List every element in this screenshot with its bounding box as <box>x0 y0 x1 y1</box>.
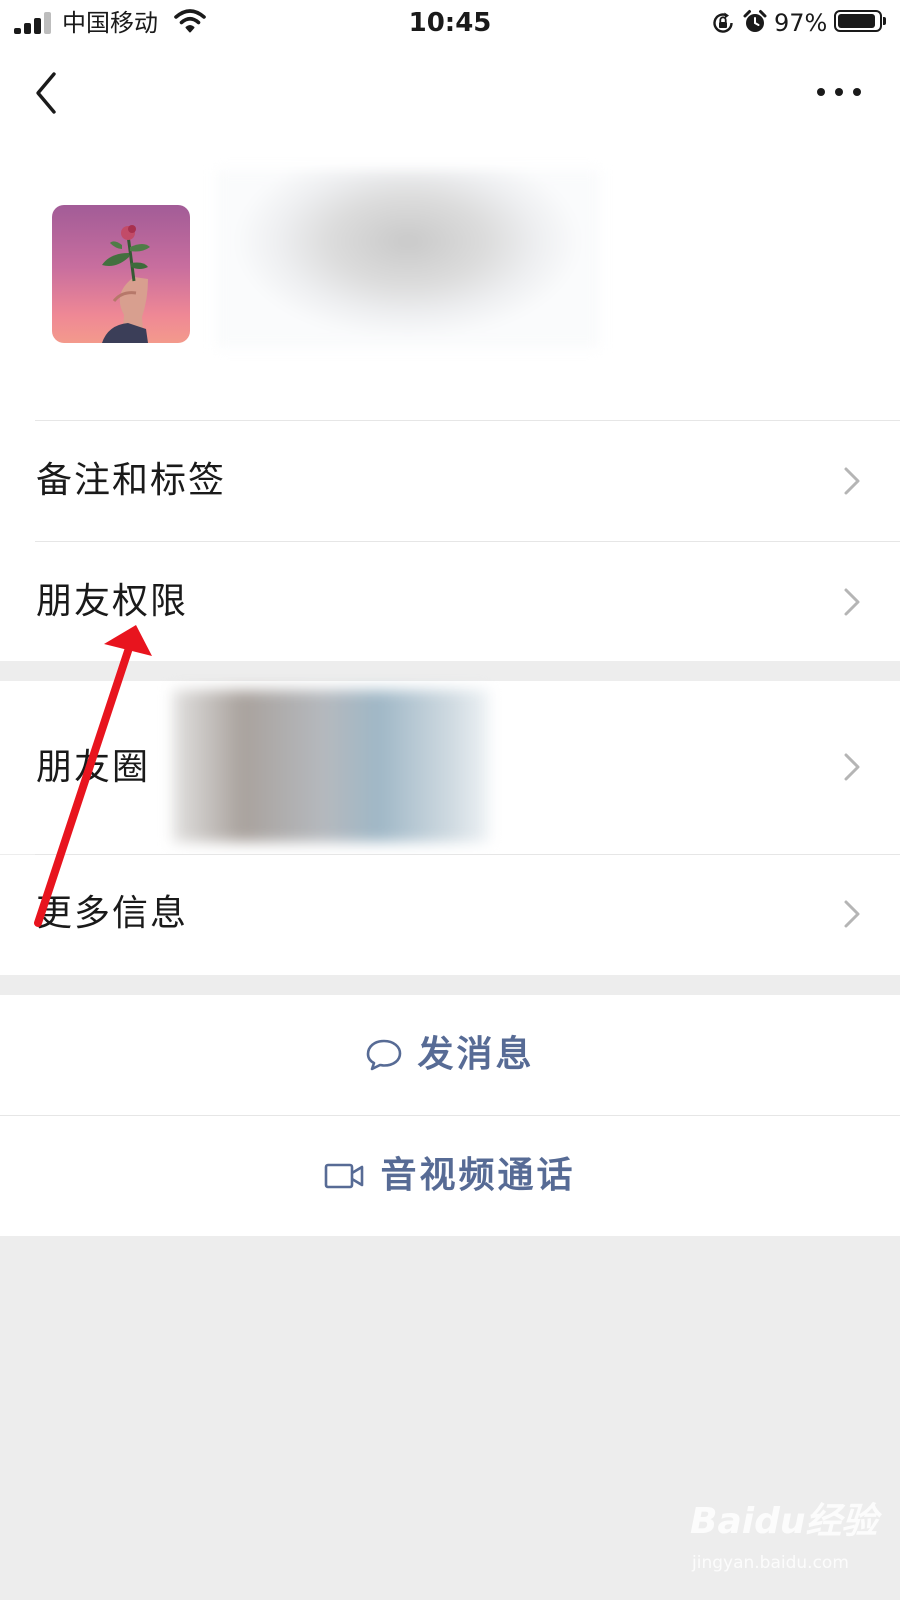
rose-in-hand-photo <box>102 225 150 343</box>
video-call-button[interactable]: 音视频通话 <box>0 1116 900 1236</box>
send-message-label: 发消息 <box>417 1034 535 1075</box>
remarks-tags-row[interactable]: 备注和标签 <box>0 421 900 541</box>
more-options-button[interactable] <box>810 72 870 112</box>
status-bar: 中国移动 10:45 97% <box>0 0 900 46</box>
chevron-right-icon <box>844 467 860 495</box>
battery-percentage: 97% <box>774 9 828 37</box>
chevron-left-icon <box>36 72 56 114</box>
chevron-right-icon <box>844 753 860 781</box>
row-label: 备注和标签 <box>36 460 227 501</box>
chevron-right-icon <box>844 900 860 928</box>
baidu-watermark: Baidu经验 jingyan.baidu.com <box>690 1500 890 1590</box>
battery-icon <box>834 10 886 32</box>
moments-photo-thumbnail <box>173 690 489 842</box>
watermark-logo: Baidu经验 <box>690 1501 878 1542</box>
avatar[interactable] <box>52 205 190 343</box>
moments-row[interactable]: 朋友圈 <box>0 681 900 854</box>
blurred-nickname <box>216 170 600 348</box>
video-camera-icon <box>325 1163 364 1189</box>
back-button[interactable] <box>28 66 68 120</box>
watermark-url: jingyan.baidu.com <box>692 1553 849 1573</box>
video-call-label: 音视频通话 <box>380 1155 576 1196</box>
row-label: 朋友权限 <box>36 581 189 622</box>
more-info-row[interactable]: 更多信息 <box>0 855 900 975</box>
row-label: 朋友圈 <box>36 747 151 788</box>
row-label: 更多信息 <box>36 893 189 934</box>
friend-permissions-row[interactable]: 朋友权限 <box>0 542 900 661</box>
send-message-button[interactable]: 发消息 <box>0 995 900 1115</box>
chevron-right-icon <box>844 588 860 616</box>
more-dots-icon <box>817 88 861 96</box>
alarm-icon <box>743 10 767 32</box>
rotation-lock-icon <box>713 12 733 33</box>
chat-bubble-icon <box>367 1039 402 1071</box>
